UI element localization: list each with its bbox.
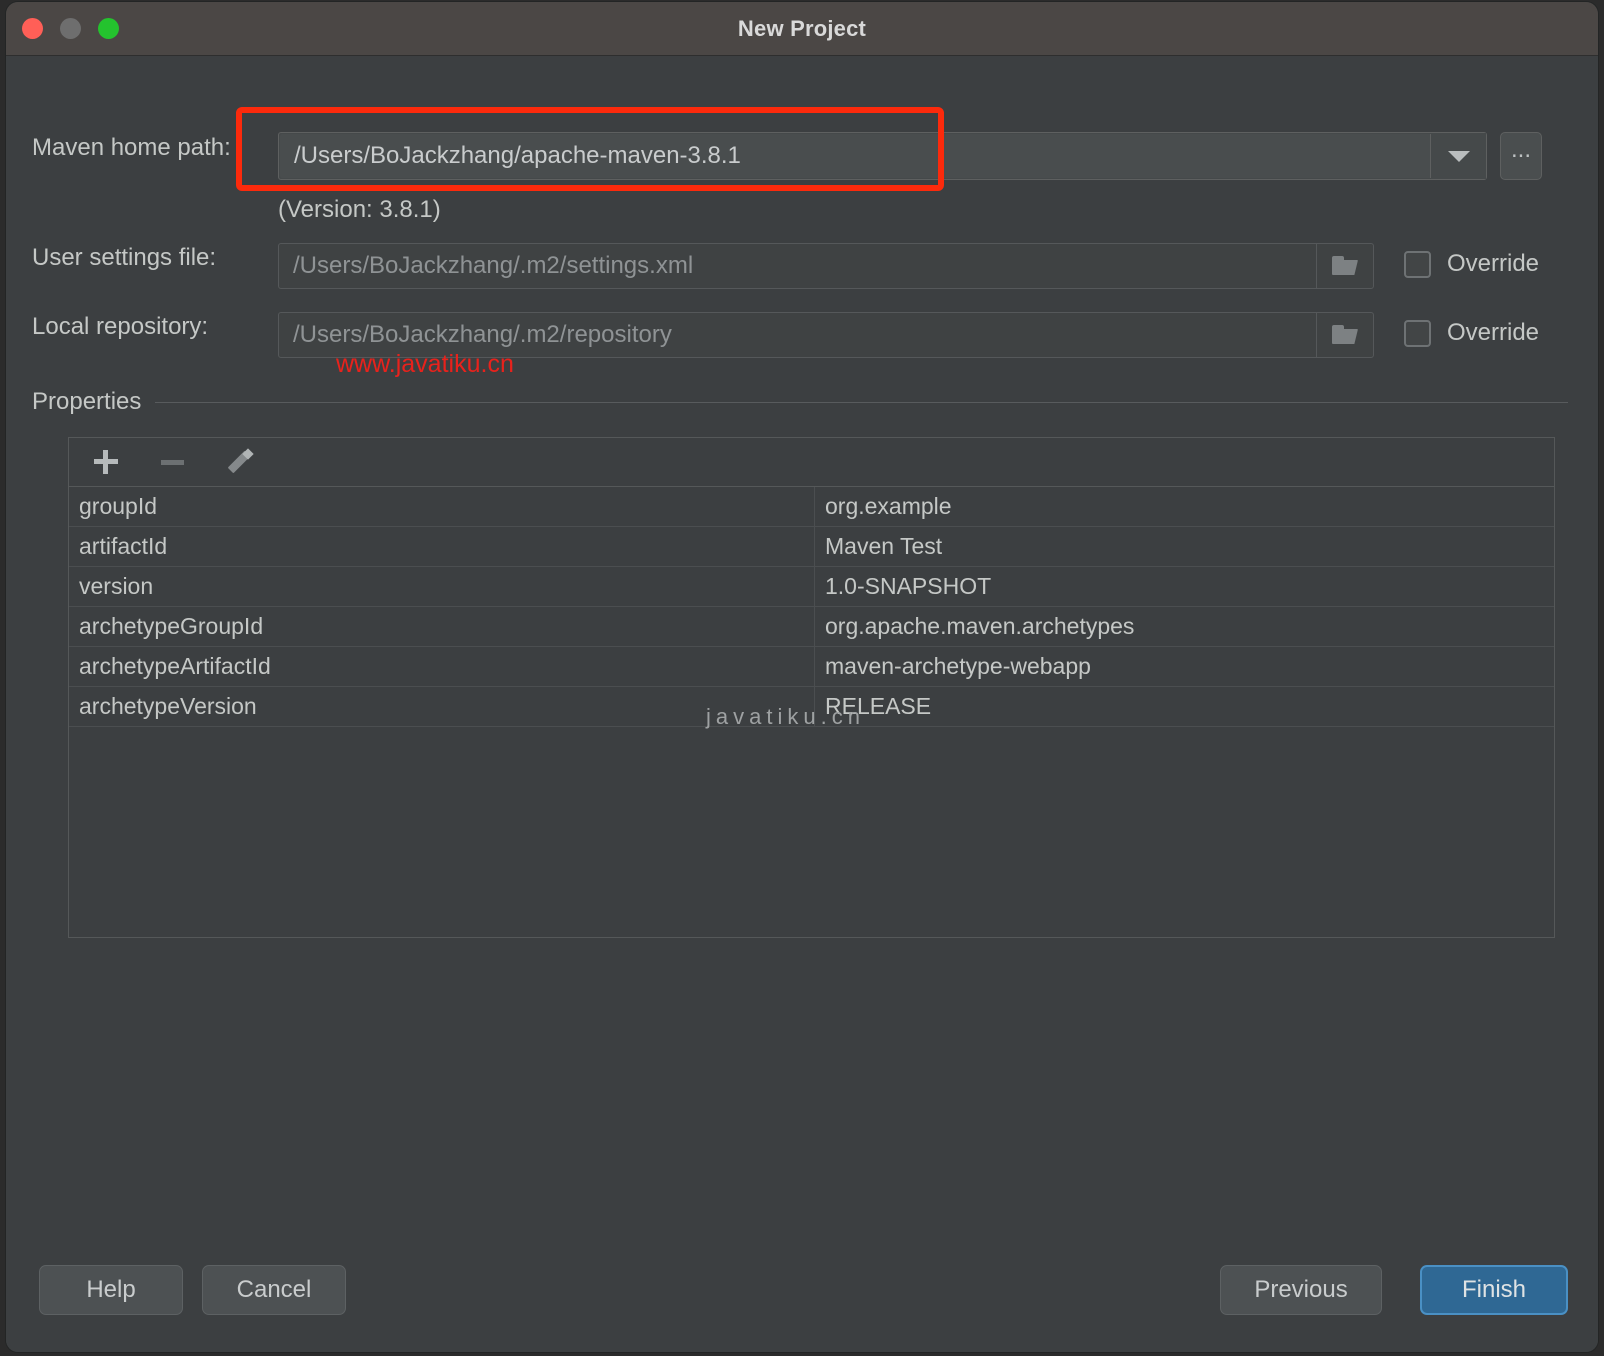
local-repository-override-label: Override xyxy=(1447,319,1540,346)
local-repository-row: Local repository: xyxy=(32,313,272,341)
plus-icon xyxy=(94,450,118,474)
property-value-cell[interactable]: RELEASE xyxy=(815,687,1554,726)
table-row[interactable]: version 1.0-SNAPSHOT xyxy=(69,567,1554,607)
new-project-dialog: New Project Maven home path: /Users/BoJa… xyxy=(6,2,1598,1352)
maven-home-path-row: Maven home path: xyxy=(32,134,272,162)
table-row[interactable]: archetypeArtifactId maven-archetype-webap… xyxy=(69,647,1554,687)
property-value-cell[interactable]: org.apache.maven.archetypes xyxy=(815,607,1554,646)
watermark-gray: javatiku.cn xyxy=(706,704,865,729)
user-settings-override-checkbox[interactable]: Override xyxy=(1404,250,1539,278)
property-key-cell[interactable]: groupId xyxy=(69,487,815,526)
property-key-cell[interactable]: archetypeGroupId xyxy=(69,607,815,646)
user-settings-file-row: User settings file: xyxy=(32,244,272,272)
properties-section-title: Properties xyxy=(32,388,142,415)
folder-icon xyxy=(1332,325,1358,345)
property-value-cell[interactable]: Maven Test xyxy=(815,527,1554,566)
property-value-cell[interactable]: org.example xyxy=(815,487,1554,526)
user-settings-file-field[interactable]: /Users/BoJackzhang/.m2/settings.xml xyxy=(278,243,1374,289)
property-key-cell[interactable]: archetypeVersion xyxy=(69,687,815,726)
property-value-cell[interactable]: 1.0-SNAPSHOT xyxy=(815,567,1554,606)
pencil-icon xyxy=(225,449,251,475)
window-title: New Project xyxy=(737,16,867,41)
finish-button[interactable]: Finish xyxy=(1420,1265,1568,1315)
maven-home-path-combobox[interactable]: /Users/BoJackzhang/apache-maven-3.8.1 xyxy=(278,132,1487,180)
property-value-cell[interactable]: maven-archetype-webapp xyxy=(815,647,1554,686)
dialog-footer: Help Cancel Previous Finish xyxy=(6,1242,1598,1352)
table-row[interactable]: groupId org.example xyxy=(69,487,1554,527)
table-row[interactable]: artifactId Maven Test xyxy=(69,527,1554,567)
add-property-button[interactable] xyxy=(85,443,127,481)
chevron-down-icon xyxy=(1448,150,1470,162)
window-titlebar: New Project xyxy=(6,2,1598,56)
properties-panel: groupId org.example artifactId Maven Test ve… xyxy=(68,437,1555,938)
maven-home-path-label: Maven home path: xyxy=(32,134,231,161)
user-settings-file-label: User settings file: xyxy=(32,244,217,271)
maven-home-path-dropdown-button[interactable] xyxy=(1432,133,1486,179)
help-button[interactable]: Help xyxy=(39,1265,183,1315)
properties-toolbar xyxy=(69,438,1554,487)
local-repository-override-checkbox[interactable]: Override xyxy=(1404,319,1539,347)
table-row[interactable]: archetypeGroupId org.apache.maven.archety… xyxy=(69,607,1554,647)
property-key-cell[interactable]: artifactId xyxy=(69,527,815,566)
maven-version-note: (Version: 3.8.1) xyxy=(278,196,441,223)
watermark-red: www.javatiku.cn xyxy=(336,350,514,378)
properties-section-header: Properties xyxy=(32,388,1568,416)
edit-property-button[interactable] xyxy=(217,443,259,481)
user-settings-browse-button[interactable] xyxy=(1316,244,1373,288)
property-key-cell[interactable]: version xyxy=(69,567,815,606)
local-repository-label: Local repository: xyxy=(32,313,209,340)
checkbox-icon[interactable] xyxy=(1404,250,1431,278)
previous-button[interactable]: Previous xyxy=(1220,1265,1382,1315)
property-key-cell[interactable]: archetypeArtifactId xyxy=(69,647,815,686)
local-repository-browse-button[interactable] xyxy=(1316,313,1373,357)
cancel-button[interactable]: Cancel xyxy=(202,1265,346,1315)
user-settings-file-value: /Users/BoJackzhang/.m2/settings.xml xyxy=(293,252,694,279)
minus-icon xyxy=(160,459,184,465)
dialog-body: Maven home path: /Users/BoJackzhang/apac… xyxy=(6,56,1598,1352)
folder-icon xyxy=(1332,256,1358,276)
section-divider xyxy=(155,401,1568,403)
remove-property-button[interactable] xyxy=(151,443,193,481)
checkbox-icon[interactable] xyxy=(1404,319,1431,347)
maven-home-path-input[interactable]: /Users/BoJackzhang/apache-maven-3.8.1 xyxy=(280,134,1431,178)
user-settings-override-label: Override xyxy=(1447,250,1540,277)
maven-home-browse-button[interactable]: ... xyxy=(1500,132,1542,180)
